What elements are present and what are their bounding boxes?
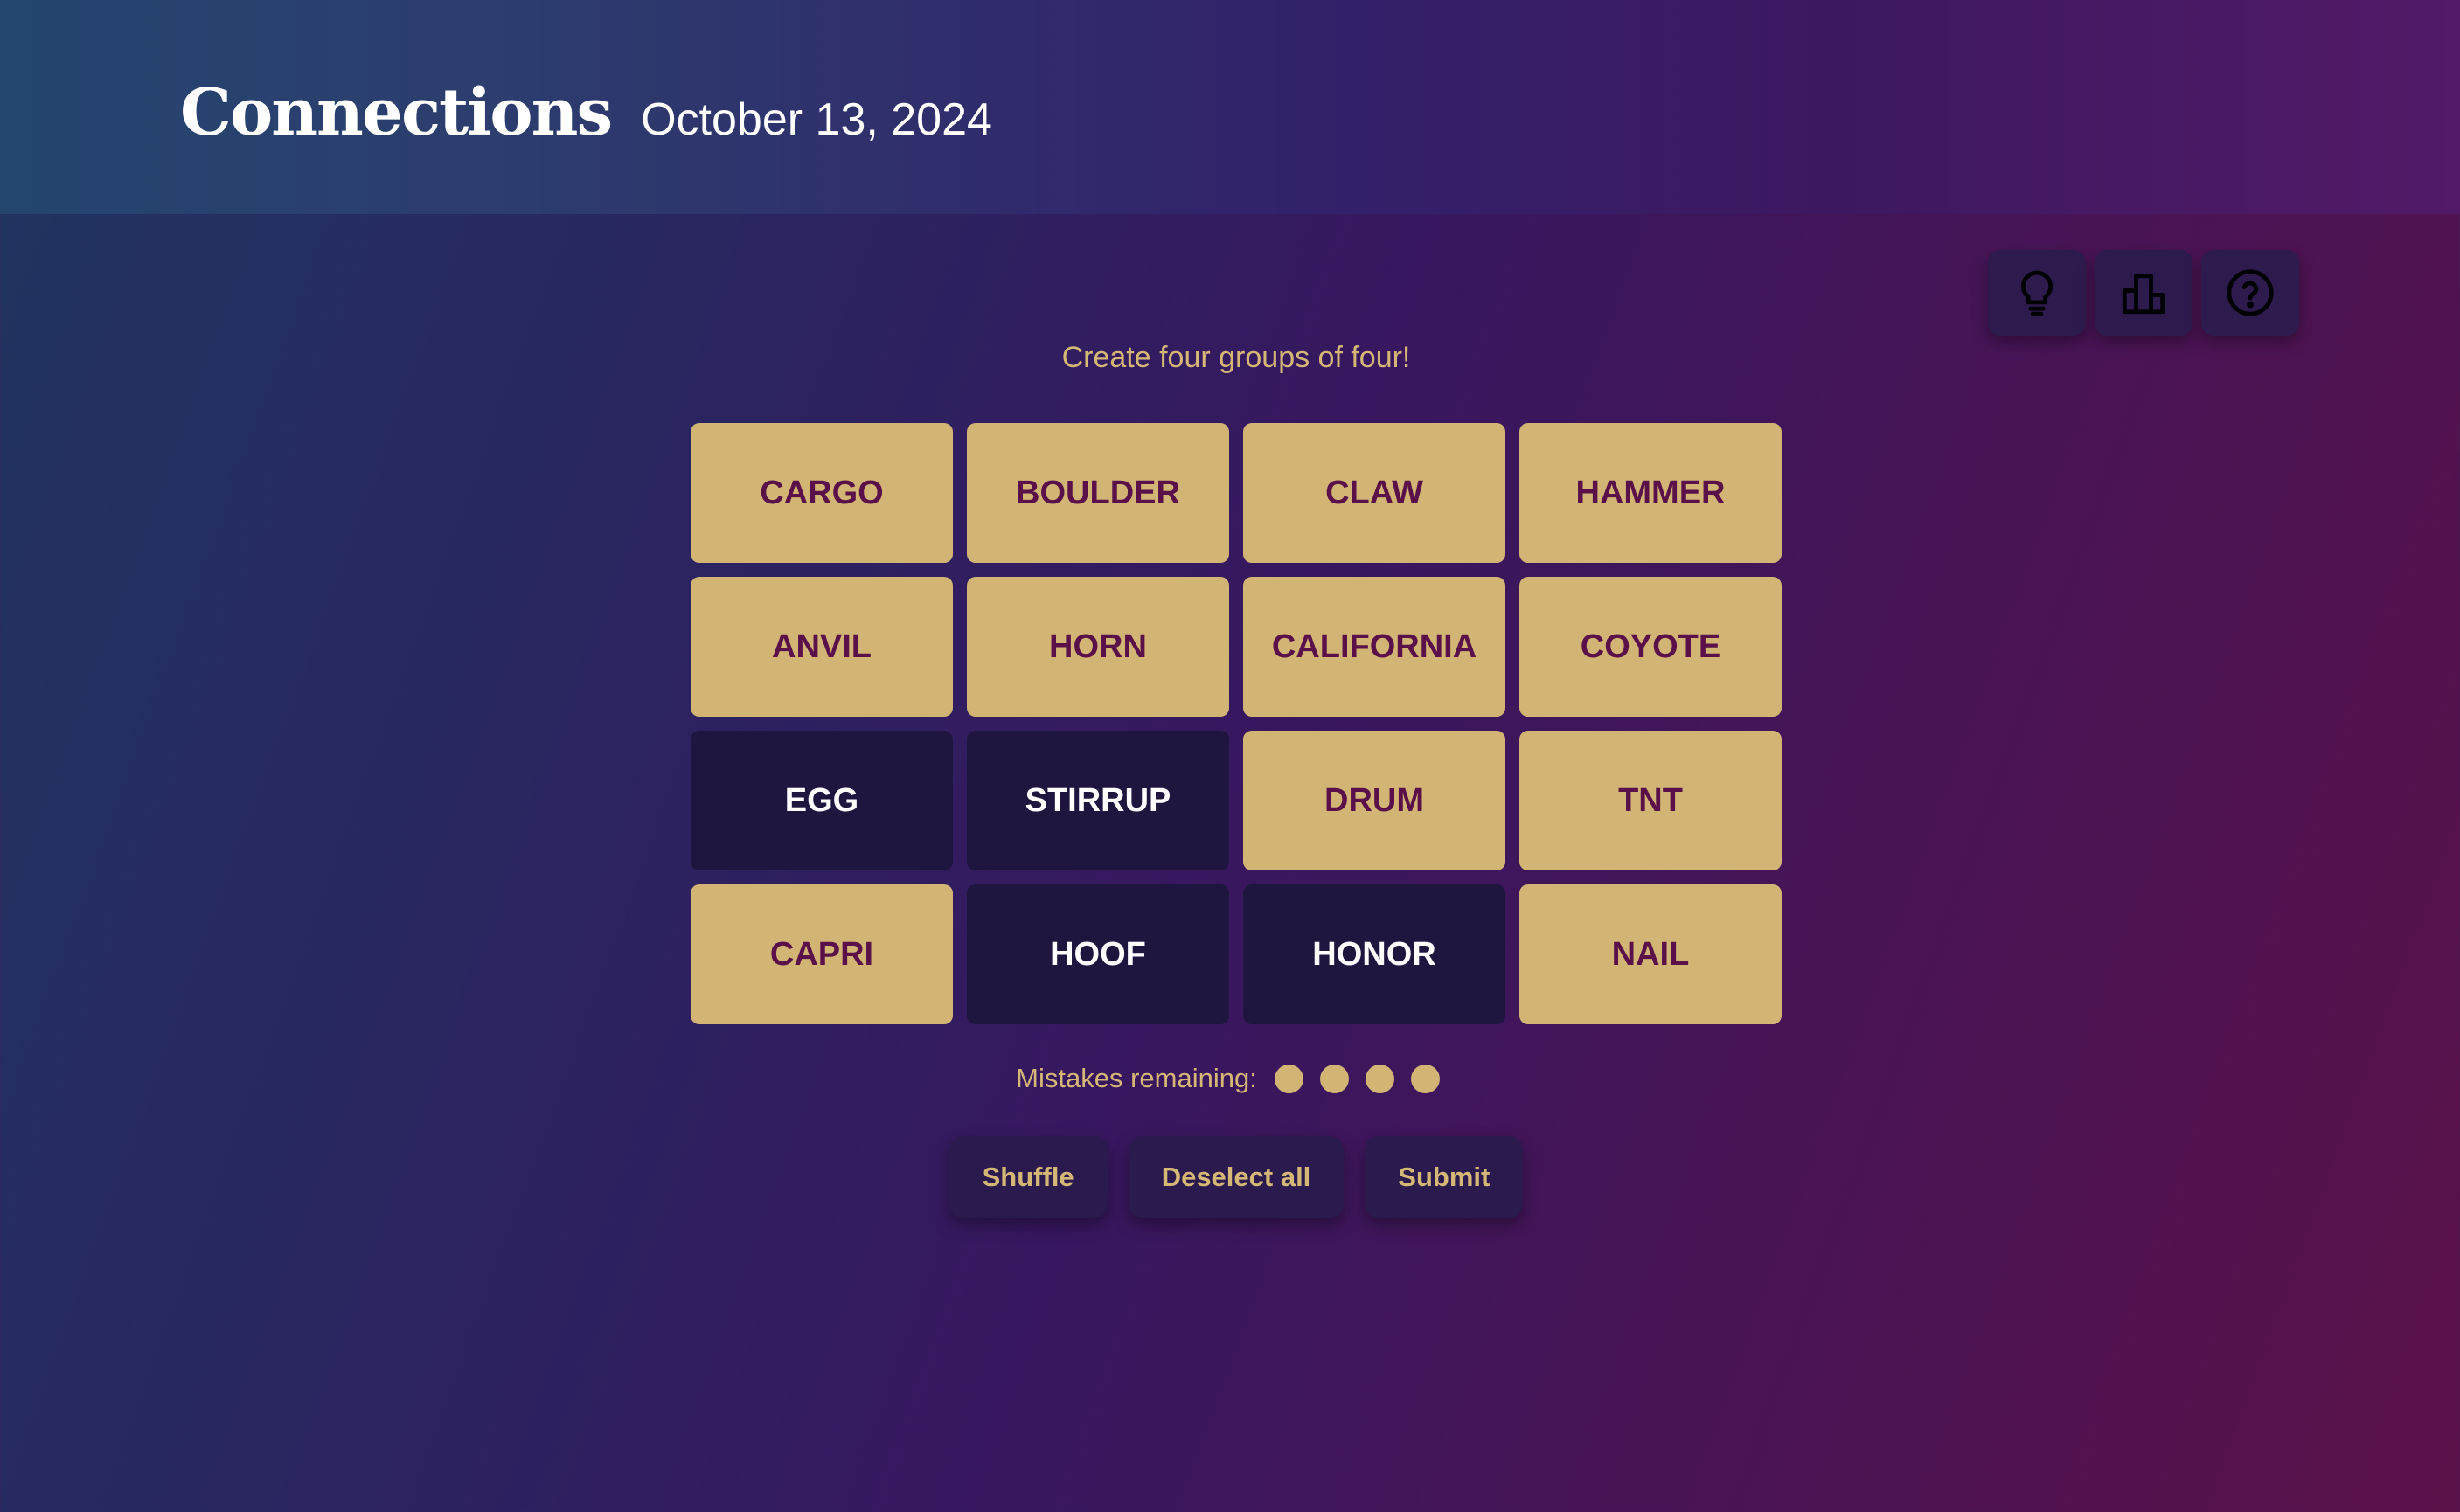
leaderboard-button[interactable] — [2095, 250, 2192, 336]
help-icon — [2227, 269, 2274, 316]
word-tile[interactable]: DRUM — [1243, 731, 1505, 870]
deselect-all-button[interactable]: Deselect all — [1128, 1136, 1345, 1218]
mistake-dot — [1319, 1064, 1349, 1093]
word-tile[interactable]: HONOR — [1243, 884, 1505, 1024]
word-tile[interactable]: STIRRUP — [967, 731, 1229, 870]
word-tile[interactable]: ANVIL — [691, 577, 953, 717]
header-bar: Connections October 13, 2024 — [0, 0, 2460, 214]
word-tile[interactable]: CLAW — [1243, 423, 1505, 563]
submit-button[interactable]: Submit — [1365, 1136, 1524, 1218]
puzzle-date: October 13, 2024 — [641, 94, 992, 145]
game-title: Connections — [180, 75, 613, 150]
mistake-dot — [1274, 1064, 1303, 1093]
title-group: Connections October 13, 2024 — [180, 75, 992, 154]
mistake-dot — [1365, 1064, 1394, 1093]
instructions: Create four groups of four! — [1061, 341, 1411, 374]
hint-button[interactable] — [1988, 250, 2086, 336]
leaderboard-icon — [2122, 274, 2165, 315]
word-tile[interactable]: CAPRI — [691, 884, 953, 1024]
word-tile[interactable]: HOOF — [967, 884, 1229, 1024]
word-tile[interactable]: COYOTE — [1519, 577, 1782, 717]
lightbulb-icon — [2020, 270, 2053, 316]
word-tile[interactable]: CALIFORNIA — [1243, 577, 1505, 717]
mistake-dots — [1274, 1064, 1456, 1093]
toolbar — [1988, 250, 2299, 336]
word-tile[interactable]: HAMMER — [1519, 423, 1782, 563]
word-tile[interactable]: EGG — [691, 731, 953, 870]
mistake-dot — [1410, 1064, 1440, 1093]
word-tile[interactable]: NAIL — [1519, 884, 1782, 1024]
word-tile[interactable]: HORN — [967, 577, 1229, 717]
word-tile[interactable]: BOULDER — [967, 423, 1229, 563]
mistakes-remaining: Mistakes remaining: — [0, 1063, 2460, 1094]
help-button[interactable] — [2201, 250, 2299, 336]
tile-grid: CARGO BOULDER CLAW HAMMER ANVIL HORN CAL… — [691, 423, 1782, 1024]
word-tile[interactable]: TNT — [1519, 731, 1782, 870]
shuffle-button[interactable]: Shuffle — [949, 1136, 1108, 1218]
action-buttons: Shuffle Deselect all Submit — [0, 1136, 2460, 1218]
word-tile[interactable]: CARGO — [691, 423, 953, 563]
mistakes-label: Mistakes remaining: — [1016, 1063, 1257, 1093]
